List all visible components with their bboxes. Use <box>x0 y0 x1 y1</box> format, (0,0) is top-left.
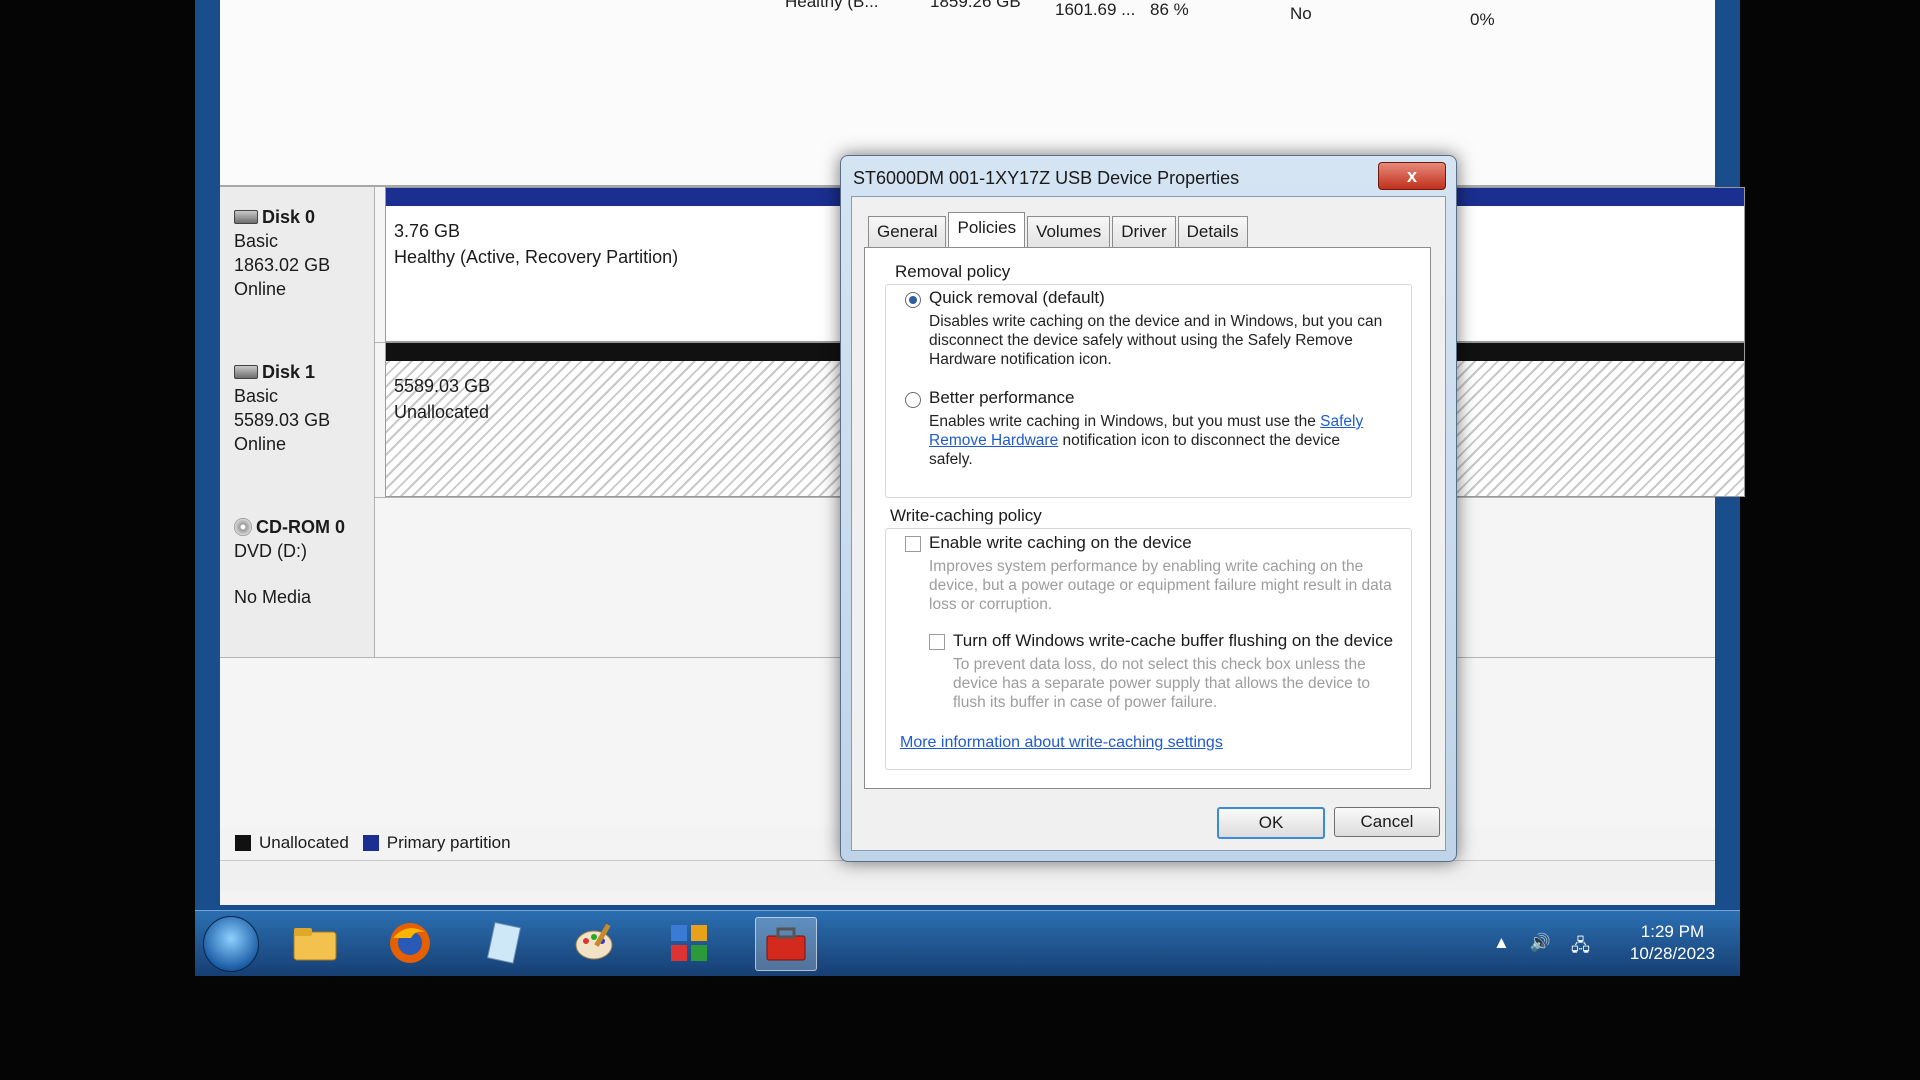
legend-unallocated: Unallocated <box>259 833 349 852</box>
volume-icon[interactable]: 🔊 <box>1530 933 1551 962</box>
cancel-button[interactable]: Cancel <box>1334 807 1440 837</box>
volume-fault-tolerance: No <box>1290 4 1312 23</box>
start-button[interactable] <box>203 916 259 972</box>
disk-state: Online <box>234 279 287 299</box>
hard-disk-icon <box>234 365 258 379</box>
device-properties-dialog: ST6000DM 001-1XY17Z USB Device Propertie… <box>840 155 1457 862</box>
legend: Unallocated Primary partition <box>235 833 511 853</box>
toolbox-icon[interactable] <box>755 917 817 971</box>
system-tray: ▲ 🔊 🖧 <box>1493 933 1590 962</box>
turn-off-flushing-description: To prevent data loss, do not select this… <box>953 656 1371 711</box>
disk-size: 5589.03 GB <box>234 410 331 430</box>
network-icon[interactable]: 🖧 <box>1571 933 1590 962</box>
disk-name: CD-ROM 0 <box>256 517 345 537</box>
status-bar <box>220 860 1715 891</box>
dialog-title: ST6000DM 001-1XY17Z USB Device Propertie… <box>853 168 1240 188</box>
enable-write-caching-checkbox[interactable] <box>905 536 921 552</box>
taskbar: ▲ 🔊 🖧 1:29 PM 10/28/2023 <box>195 910 1740 976</box>
legend-primary: Primary partition <box>386 833 511 852</box>
primary-swatch <box>362 835 379 851</box>
ok-button[interactable]: OK <box>1217 807 1325 839</box>
clock[interactable]: 1:29 PM 10/28/2023 <box>1630 921 1715 965</box>
turn-off-flushing-checkbox[interactable] <box>929 634 945 650</box>
volume-free: 1601.69 ... <box>1055 0 1136 19</box>
quick-removal-label[interactable]: Quick removal (default) <box>929 288 1105 308</box>
control-panel-icon[interactable] <box>660 917 720 969</box>
disk-label[interactable]: CD-ROM 0 DVD (D:) No Media <box>220 497 375 657</box>
better-performance-description: Enables write caching in Windows, but yo… <box>929 412 1369 469</box>
tab-volumes[interactable]: Volumes <box>1027 216 1111 247</box>
tab-details[interactable]: Details <box>1177 216 1248 247</box>
cd-rom-icon <box>234 518 252 536</box>
better-performance-radio[interactable] <box>905 392 921 408</box>
write-caching-info-link[interactable]: More information about write-caching set… <box>900 733 1223 752</box>
disk-size: 1863.02 GB <box>234 255 331 275</box>
disk-type: DVD (D:) <box>234 541 307 561</box>
write-caching-title: Write-caching policy <box>890 506 1042 525</box>
firefox-icon[interactable] <box>380 917 440 969</box>
volume-overhead: 0% <box>1470 10 1495 29</box>
close-button[interactable]: x <box>1378 162 1446 190</box>
enable-write-caching-description: Improves system performance by enabling … <box>929 558 1392 613</box>
disk-name: Disk 1 <box>262 362 316 382</box>
dialog-client: General Policies Volumes Driver Details … <box>851 196 1446 851</box>
disk-type: Basic <box>234 231 279 251</box>
disk-label[interactable]: Disk 0 Basic 1863.02 GB Online <box>220 187 375 342</box>
turn-off-flushing-label[interactable]: Turn off Windows write-cache buffer flus… <box>953 631 1393 651</box>
tab-general[interactable]: General <box>868 216 947 247</box>
tab-driver[interactable]: Driver <box>1112 216 1176 247</box>
disk-type: Basic <box>234 386 279 406</box>
notepad-icon[interactable] <box>475 917 535 969</box>
clock-date: 10/28/2023 <box>1629 944 1715 963</box>
tab-policies[interactable]: Policies <box>948 212 1026 247</box>
paint-icon[interactable] <box>565 917 625 969</box>
disk-label[interactable]: Disk 1 Basic 5589.03 GB Online <box>220 342 375 497</box>
folder-icon[interactable] <box>285 917 345 969</box>
disk-state: Online <box>234 434 287 454</box>
better-desc-part-1: Enables write caching in Windows, but yo… <box>929 413 1316 430</box>
enable-write-caching-label[interactable]: Enable write caching on the device <box>929 533 1192 553</box>
hard-disk-icon <box>234 210 258 224</box>
volume-percent: 86 % <box>1150 0 1189 19</box>
clock-time: 1:29 PM <box>1640 922 1705 941</box>
show-hidden-icons-icon[interactable]: ▲ <box>1493 933 1510 962</box>
quick-removal-description: Disables write caching on the device and… <box>929 313 1383 368</box>
unallocated-swatch <box>235 835 251 851</box>
quick-removal-radio[interactable] <box>905 292 921 308</box>
disk-state: No Media <box>234 587 312 607</box>
policies-panel: Removal policy Quick removal (default) D… <box>864 247 1431 789</box>
tab-strip: General Policies Volumes Driver Details <box>868 212 1248 247</box>
better-performance-label[interactable]: Better performance <box>929 388 1075 408</box>
volume-status: Healthy (B... <box>785 0 879 11</box>
disk-name: Disk 0 <box>262 207 316 227</box>
removal-policy-title: Removal policy <box>895 262 1011 281</box>
close-icon: x <box>1406 165 1417 186</box>
volume-capacity: 1859.26 GB <box>930 0 1021 11</box>
